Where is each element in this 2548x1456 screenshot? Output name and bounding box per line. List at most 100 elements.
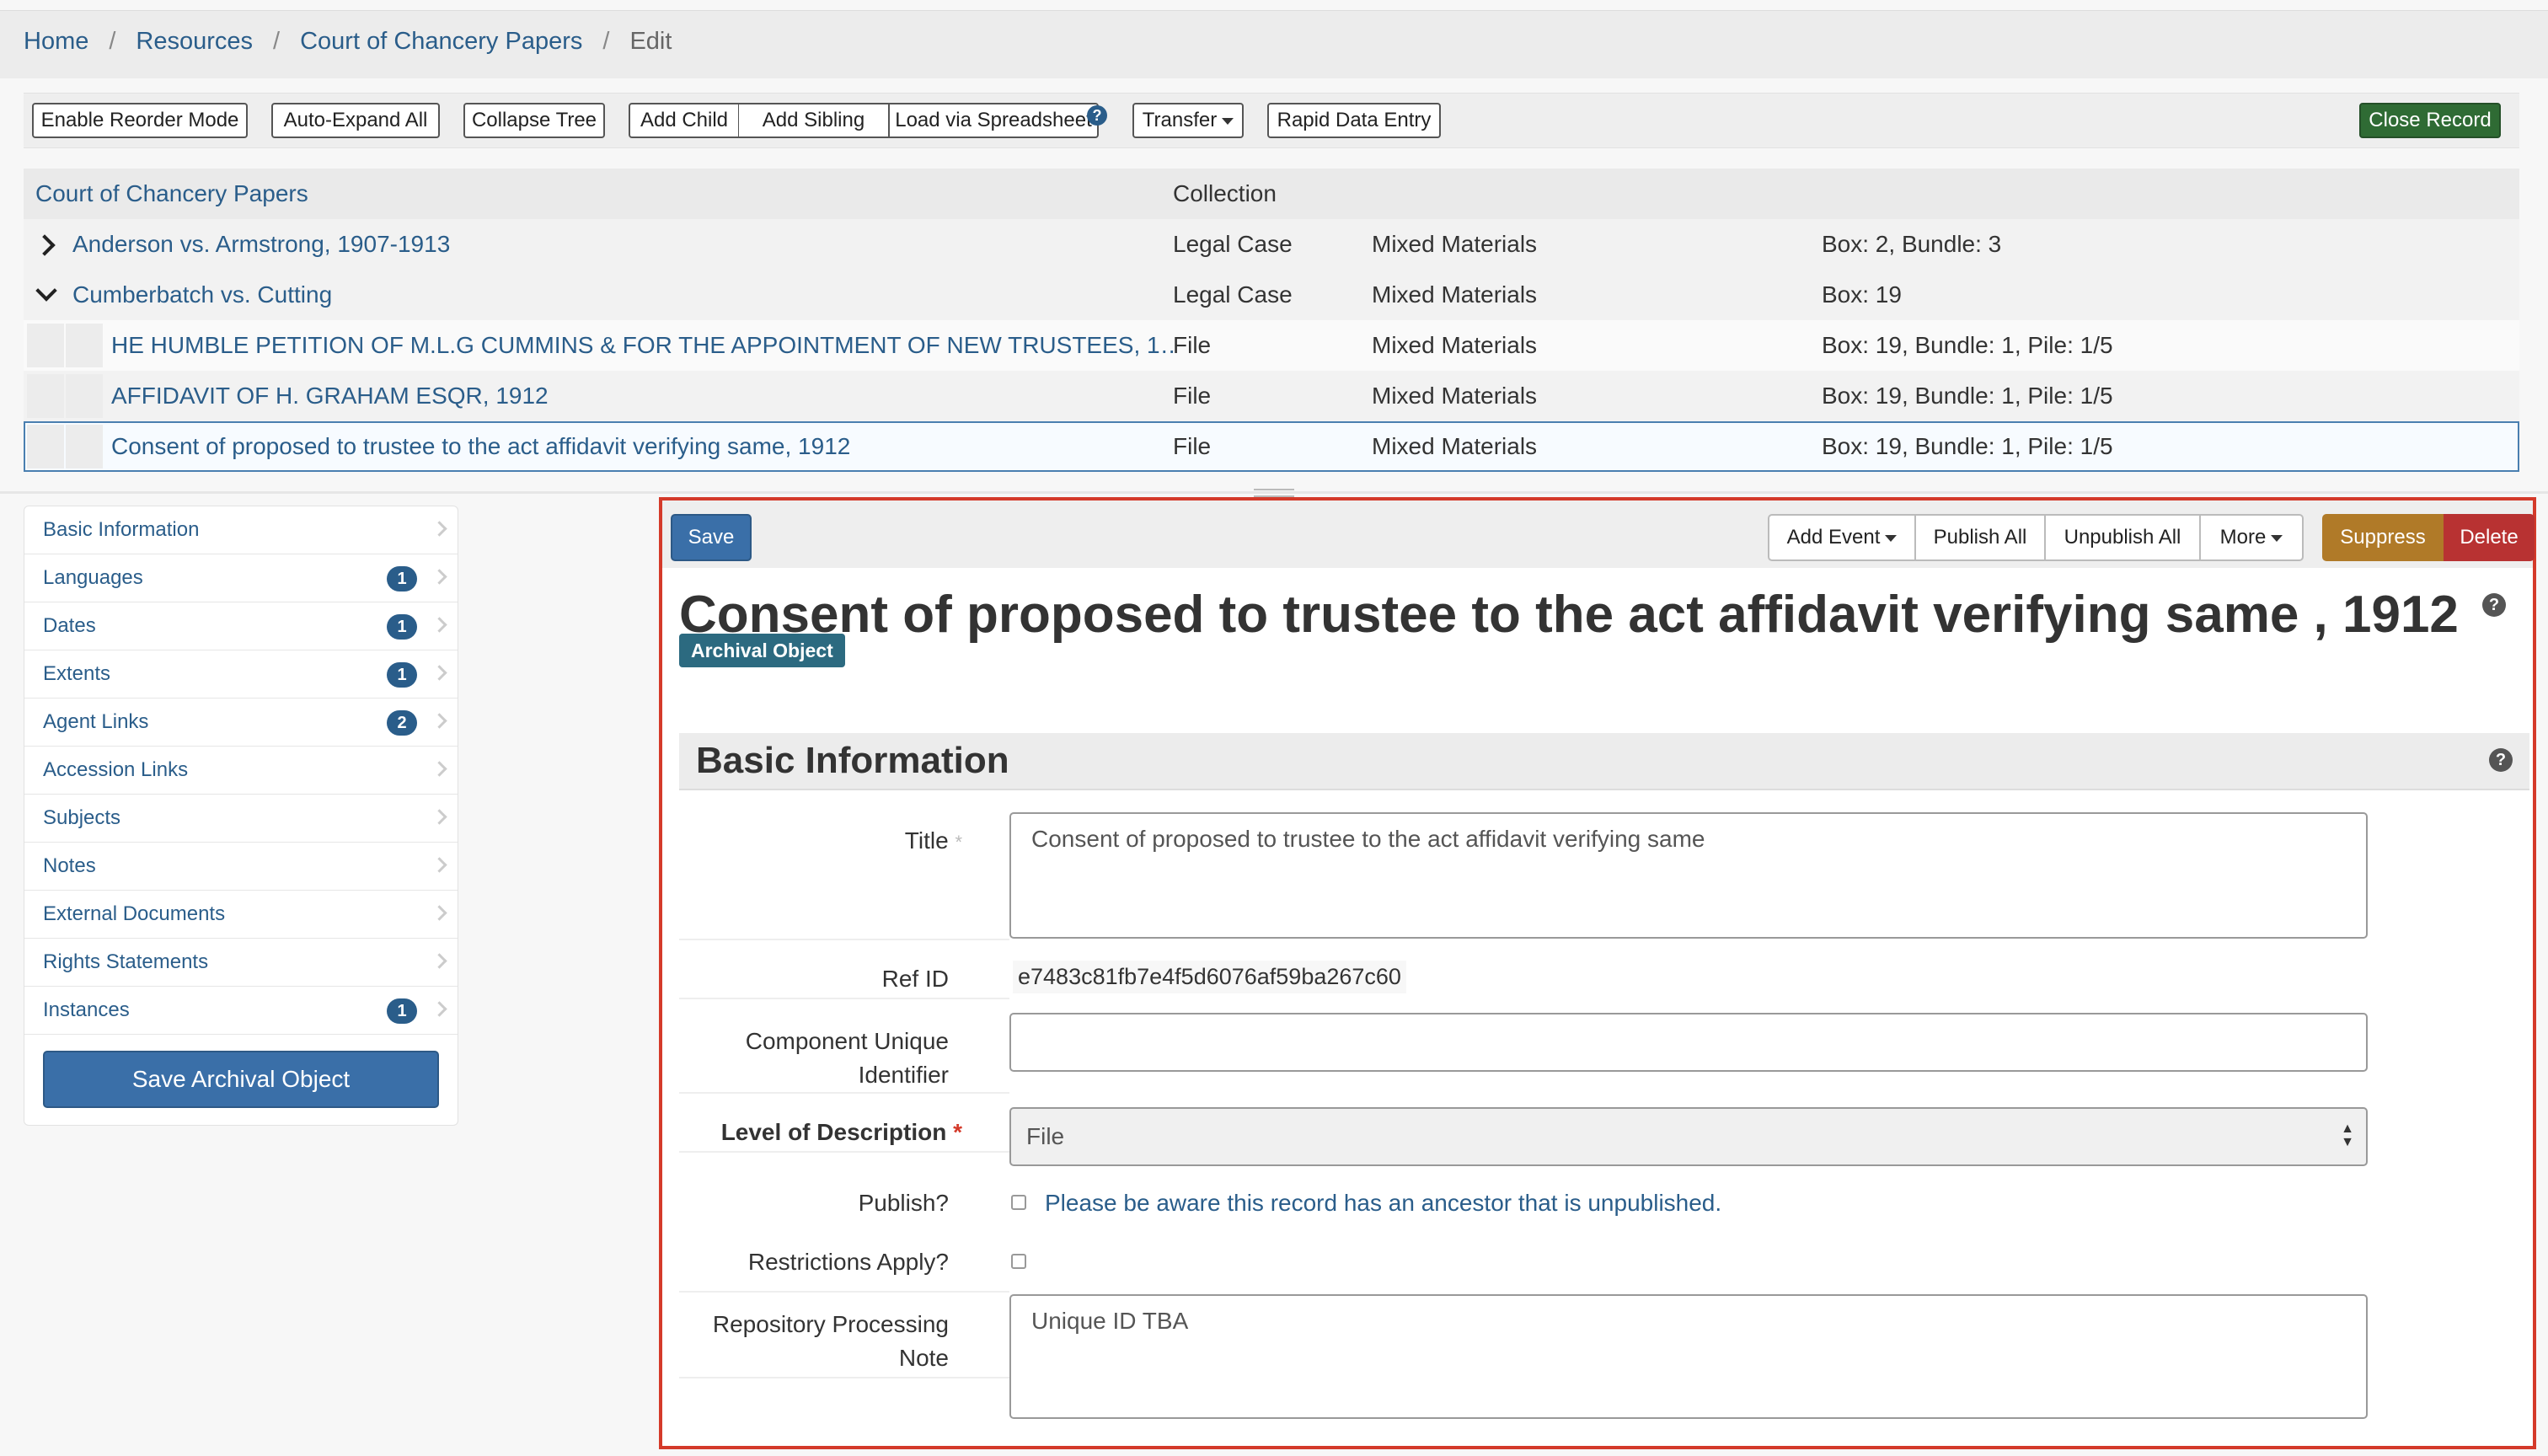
count-badge: 1 (387, 614, 417, 640)
delete-button[interactable]: Delete (2444, 514, 2535, 561)
tree-row[interactable]: Anderson vs. Armstrong, 1907-1913 Legal … (24, 219, 2519, 270)
restrictions-label: Restrictions Apply? (747, 1249, 949, 1275)
close-record-button[interactable]: Close Record (2359, 103, 2501, 138)
help-icon[interactable]: ? (1087, 105, 1107, 126)
sidebar-item-agent-links[interactable]: Agent Links 2 (24, 699, 458, 747)
repo-note-label-line: Repository Processing (712, 1311, 949, 1337)
tree-indent (66, 324, 103, 367)
rapid-data-entry-button[interactable]: Rapid Data Entry (1267, 103, 1441, 138)
caret-down-icon (2271, 534, 2283, 542)
title-label: Title * (662, 827, 962, 854)
sidebar-item-instances[interactable]: Instances 1 (24, 987, 458, 1035)
help-icon[interactable]: ? (2482, 593, 2506, 617)
sidebar-item-dates[interactable]: Dates 1 (24, 602, 458, 650)
tree-row-container: Box: 19, Bundle: 1, Pile: 1/5 (1822, 433, 2113, 459)
tree-row-title[interactable]: AFFIDAVIT OF H. GRAHAM ESQR, 1912 (111, 371, 1156, 421)
sidebar-item-label: Basic Information (43, 518, 200, 541)
tree-row[interactable]: AFFIDAVIT OF H. GRAHAM ESQR, 1912 File M… (24, 371, 2519, 421)
sidebar-item-label: Rights Statements (43, 950, 209, 973)
tree-root-level: Collection (1173, 180, 1277, 206)
component-unique-identifier-input[interactable] (1009, 1013, 2368, 1072)
tree-row-title[interactable]: Anderson vs. Armstrong, 1907-1913 (72, 219, 1159, 270)
sidebar-item-basic-information[interactable]: Basic Information (24, 506, 458, 554)
chevron-right-icon (431, 521, 447, 537)
tree-indent (27, 425, 64, 468)
tree-row-selected[interactable]: Consent of proposed to trustee to the ac… (24, 421, 2519, 472)
cuid-label-line: Identifier (858, 1062, 949, 1088)
publish-label: Publish? (858, 1190, 949, 1216)
add-sibling-button[interactable]: Add Sibling (738, 103, 890, 138)
required-icon: * (953, 1119, 962, 1145)
sidebar-item-label: Agent Links (43, 710, 149, 733)
tree-root-row[interactable]: Court of Chancery Papers Collection (24, 169, 2519, 219)
auto-expand-button[interactable]: Auto-Expand All (271, 103, 440, 138)
title-textarea[interactable]: Consent of proposed to trustee to the ac… (1009, 812, 2368, 939)
add-event-label: Add Event (1786, 526, 1881, 549)
tree-row-level: File (1173, 433, 1212, 459)
add-event-dropdown[interactable]: Add Event (1768, 514, 1916, 561)
tree-row-level: File (1173, 320, 1212, 371)
archival-object-form: Save Add Event Publish All Unpublish All… (659, 497, 2536, 1449)
chevron-right-icon (431, 617, 447, 633)
sidebar-item-notes[interactable]: Notes (24, 843, 458, 891)
chevron-right-icon[interactable] (34, 234, 56, 256)
more-dropdown[interactable]: More (2199, 514, 2304, 561)
level-of-description-select[interactable]: File ▲ ▼ (1009, 1107, 2368, 1166)
chevron-right-icon (431, 953, 447, 969)
publish-all-button[interactable]: Publish All (1914, 514, 2046, 561)
caret-down-icon (1885, 534, 1898, 542)
tree-row-title[interactable]: Cumberbatch vs. Cutting (72, 270, 1159, 320)
tree-row[interactable]: Cumberbatch vs. Cutting Legal Case Mixed… (24, 270, 2519, 320)
sidebar-item-rights-statements[interactable]: Rights Statements (24, 939, 458, 987)
sidebar-item-label: Subjects (43, 806, 121, 829)
field-divider (679, 1377, 1009, 1378)
tree-row[interactable]: HE HUMBLE PETITION OF M.L.G CUMMINS & FO… (24, 320, 2519, 371)
sidebar-item-languages[interactable]: Languages 1 (24, 554, 458, 602)
breadcrumb-current: Edit (629, 28, 672, 55)
suppress-button[interactable]: Suppress (2322, 514, 2444, 561)
sidebar-item-subjects[interactable]: Subjects (24, 795, 458, 843)
publish-checkbox[interactable] (1011, 1195, 1026, 1210)
tree-row-type: Mixed Materials (1372, 383, 1538, 409)
publish-ancestor-warning: Please be aware this record has an ances… (1045, 1190, 1722, 1216)
tree-row-type: Mixed Materials (1372, 231, 1538, 257)
enable-reorder-button[interactable]: Enable Reorder Mode (32, 103, 248, 138)
collapse-tree-button[interactable]: Collapse Tree (463, 103, 605, 138)
chevron-right-icon (431, 713, 447, 729)
load-spreadsheet-button[interactable]: Load via Spreadsheet (888, 103, 1099, 138)
add-child-button[interactable]: Add Child (629, 103, 740, 138)
transfer-dropdown[interactable]: Transfer (1132, 103, 1244, 138)
sidebar-item-label: Notes (43, 854, 96, 877)
pane-resize-handle[interactable] (1254, 489, 1294, 497)
tree-row-title[interactable]: Consent of proposed to trustee to the ac… (111, 421, 1156, 472)
more-label: More (2219, 526, 2267, 549)
save-button[interactable]: Save (671, 514, 752, 561)
component-unique-identifier-label: Component Unique Identifier (662, 1025, 949, 1092)
tree-row-type: Mixed Materials (1372, 281, 1538, 308)
cuid-label-line: Component Unique (745, 1028, 949, 1054)
repository-processing-note-textarea[interactable]: Unique ID TBA (1009, 1294, 2368, 1419)
breadcrumb-resources[interactable]: Resources (136, 28, 253, 56)
tree-row-title[interactable]: HE HUMBLE PETITION OF M.L.G CUMMINS & FO… (111, 320, 1186, 371)
save-archival-object-button[interactable]: Save Archival Object (43, 1051, 439, 1108)
repo-note-label-line: Note (898, 1345, 949, 1371)
sidebar-item-extents[interactable]: Extents 1 (24, 650, 458, 699)
conditional-required-icon: * (955, 832, 962, 853)
help-icon[interactable]: ? (2489, 748, 2513, 772)
sidebar-item-external-documents[interactable]: External Documents (24, 891, 458, 939)
breadcrumb-separator: / (602, 28, 610, 55)
tree-root-title[interactable]: Court of Chancery Papers (35, 169, 308, 219)
breadcrumb-collection[interactable]: Court of Chancery Papers (300, 28, 582, 56)
chevron-down-icon[interactable] (35, 280, 57, 302)
unpublish-all-button[interactable]: Unpublish All (2044, 514, 2201, 561)
sidebar-item-accession-links[interactable]: Accession Links (24, 747, 458, 795)
tree-indent (66, 425, 103, 468)
chevron-right-icon (431, 905, 447, 921)
tree-row-container: Box: 19, Bundle: 1, Pile: 1/5 (1822, 383, 2113, 409)
tree-row-container: Box: 2, Bundle: 3 (1822, 231, 2002, 257)
restrictions-checkbox[interactable] (1011, 1254, 1026, 1269)
tree-row-level: File (1173, 383, 1212, 409)
breadcrumb-home[interactable]: Home (24, 28, 88, 56)
resource-tree: Court of Chancery Papers Collection Ande… (24, 169, 2519, 472)
tree-indent (66, 374, 103, 418)
